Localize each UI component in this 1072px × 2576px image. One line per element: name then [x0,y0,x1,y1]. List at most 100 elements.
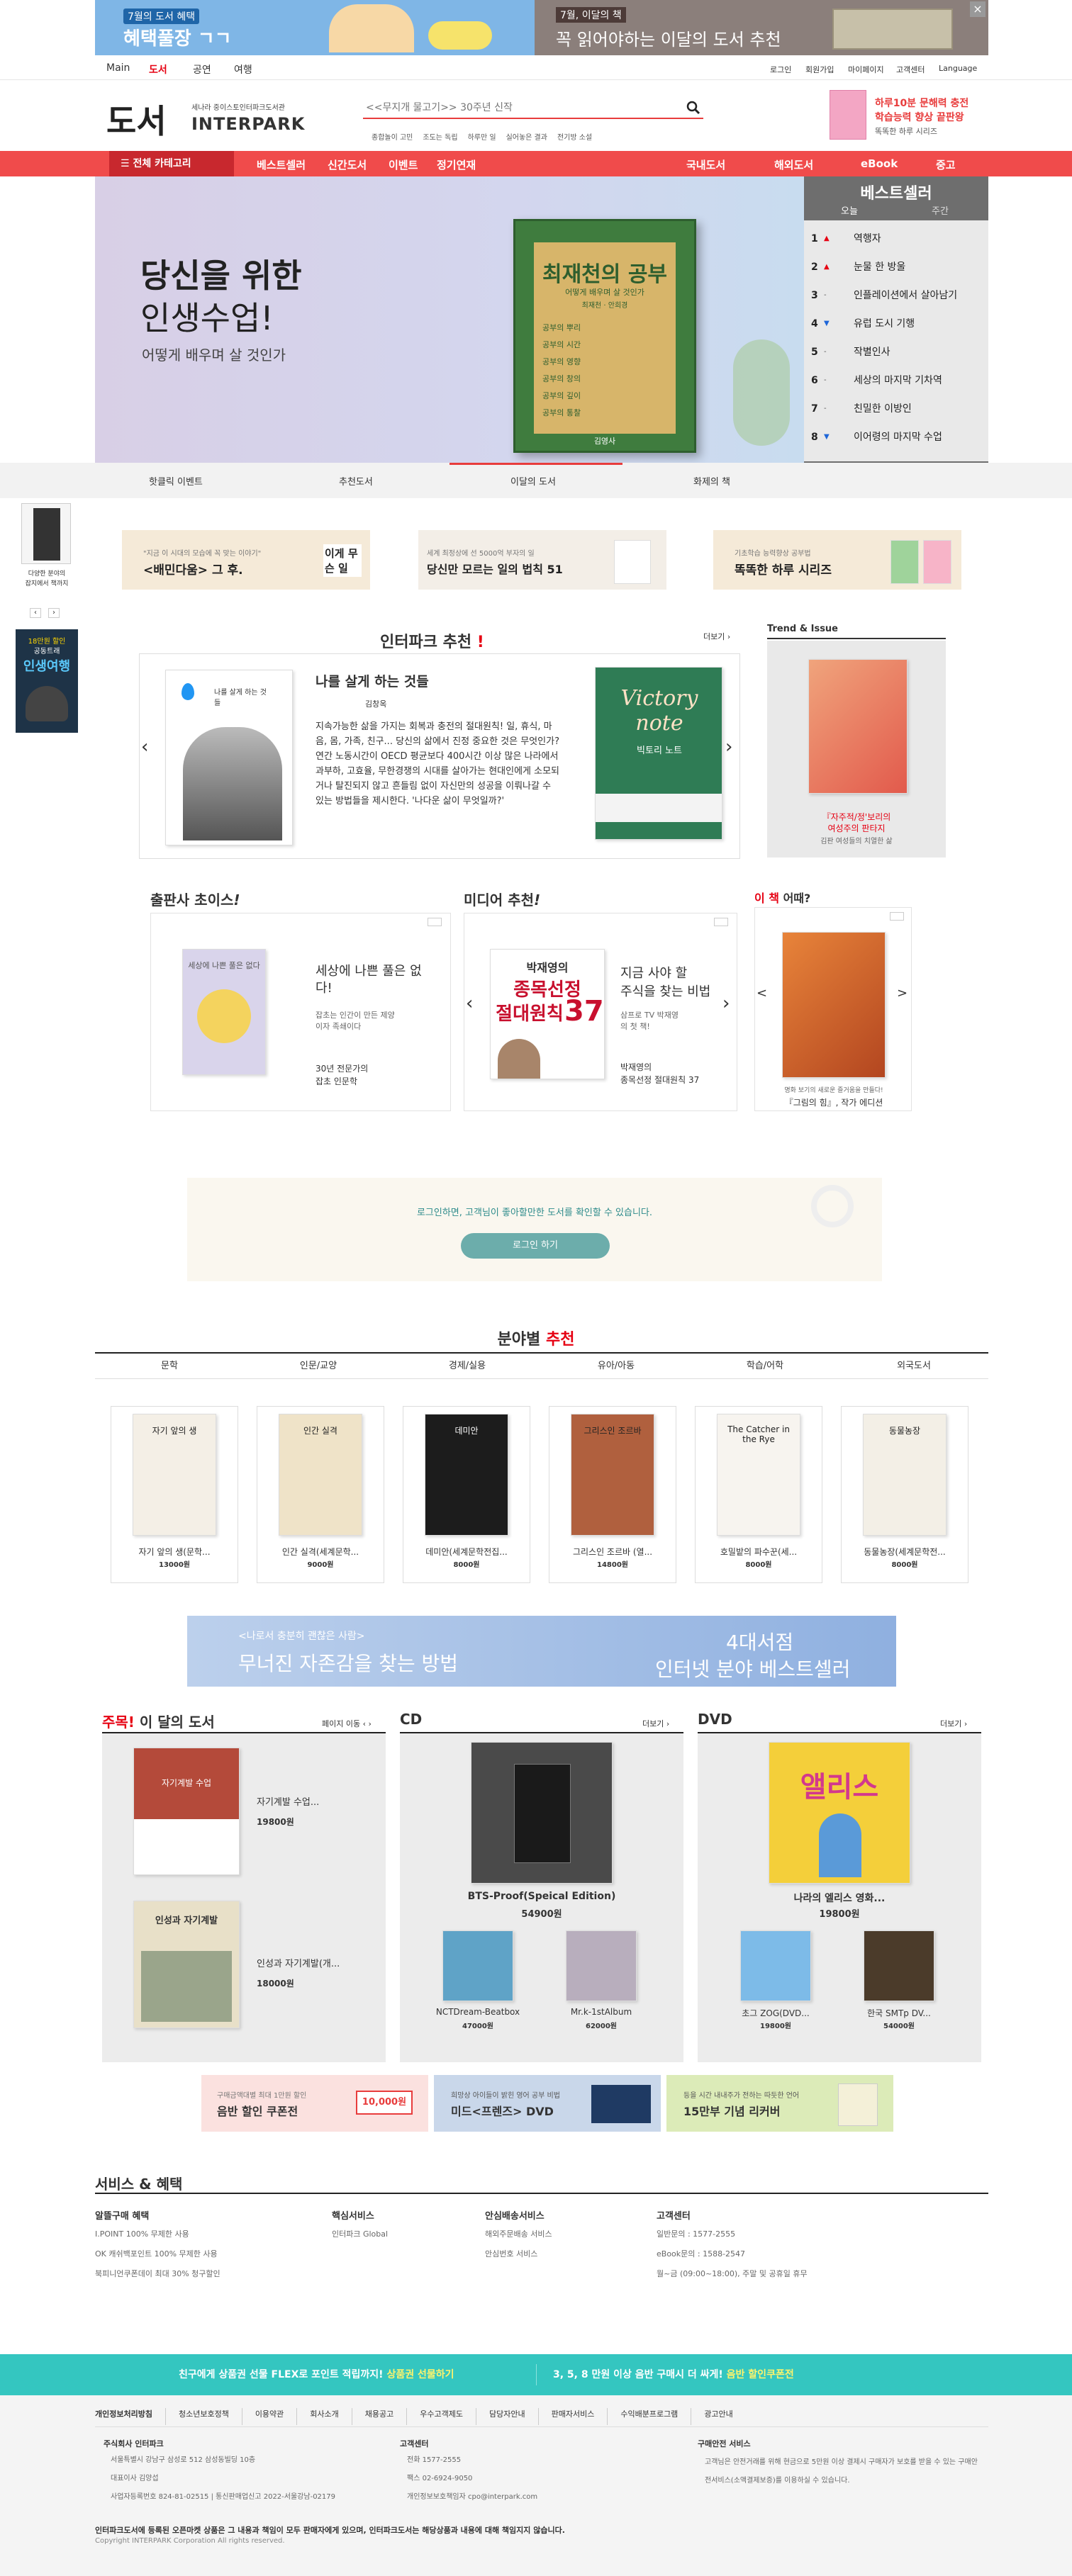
service-item[interactable]: 북피니언쿠폰데이 최대 30% 청구할인 [95,2268,220,2279]
footer-link[interactable]: 회사소개 [296,2408,351,2425]
field-book-title[interactable]: 데미안(세계문학전집... [403,1546,530,1558]
gnb-tab-travel[interactable]: 여행 [234,62,252,77]
wing-prev-button[interactable]: ‹ [30,608,41,618]
cd-main-cover[interactable] [471,1742,613,1884]
util-mypage[interactable]: 마이페이지 [848,64,884,75]
teal-promo-a[interactable]: 친구에게 상품권 선물 FLEX로 포인트 적립까지! 상품권 선물하기 [179,2367,454,2381]
bestseller-item[interactable]: 7- 친밀한 이방인 [804,396,988,422]
recommend-next-button[interactable]: › [725,736,732,758]
wing-book-image[interactable] [21,503,71,564]
util-cs[interactable]: 고객센터 [896,64,925,75]
footer-link[interactable]: 청소년보호정책 [164,2408,242,2425]
field-book-title[interactable]: 호밀밭의 파수꾼(세... [696,1546,822,1558]
cd-item-title[interactable]: Mr.k-1stAlbum [545,2007,658,2017]
field-tab[interactable]: 인문/교양 [244,1358,393,1378]
dvd-cover[interactable] [864,1930,934,2001]
recommend-prev-button[interactable]: ‹ [141,736,148,758]
cd-item-title[interactable]: NCTDream-Beatbox [421,2007,535,2017]
tab-today[interactable]: 오늘 [841,203,858,217]
publisher-cover[interactable]: 세상에 나쁜 풀은 없다 [182,949,266,1075]
ad-banner[interactable]: 기초학습 능력향상 공부법 똑똑한 하루 시리즈 [713,530,961,590]
util-login[interactable]: 로그인 [770,64,791,75]
thisbook-next-button[interactable]: > [897,986,908,1001]
search-tag[interactable]: 전기방 소설 [557,131,592,142]
monthly-cover[interactable]: 인성과 자기계발 [133,1901,240,2028]
search-tag[interactable]: 조도는 독립 [423,131,457,142]
search-tag[interactable]: 하루만 일 [468,131,496,142]
logo[interactable]: 도서 세나라 중이스토인터파크도서관 INTERPARK [106,96,305,140]
recommend-right-cover[interactable]: Victory note 빅토리 노트 [595,667,722,840]
hero-tab[interactable]: 화제의 책 [693,474,730,488]
bestseller-item[interactable]: 5- 작별인사 [804,339,988,365]
login-button[interactable]: 로그인 하기 [461,1233,610,1259]
wing-next-button[interactable]: › [48,608,60,618]
nav-used[interactable]: 중고 [936,157,956,172]
monthly-cover[interactable]: 자기계발 수업 [133,1748,240,1875]
footer-link[interactable]: 담당자안내 [476,2408,538,2425]
dvd-cover[interactable] [740,1930,811,2001]
field-book-card[interactable]: 동물농장 동물농장(세계문학전... 8000원 [841,1406,968,1583]
media-prev-button[interactable]: ‹ [466,993,473,1014]
cd-cover[interactable] [566,1930,637,2001]
field-book-card[interactable]: 데미안 데미안(세계문학전집... 8000원 [403,1406,530,1583]
category-button[interactable]: ☰ 전체 카테고리 [109,151,234,176]
field-book-card[interactable]: 그리스인 조르바 그리스인 조르바 (열... 14800원 [549,1406,676,1583]
recommend-cover[interactable]: 나를 살게 하는 것들 [165,670,293,845]
recommend-more[interactable]: 더보기 › [703,631,730,642]
field-book-title[interactable]: 자기 앞의 생(문학... [111,1546,238,1558]
gnb-tab-show[interactable]: 공연 [193,62,211,77]
service-item[interactable]: eBook문의 : 1588-2547 [657,2248,745,2259]
search-tag[interactable]: 종합놀이 고민 [372,131,413,142]
monthly-pager[interactable]: 페이지 이동 ‹ › [322,1718,372,1729]
wing-travel-ad[interactable]: 18만원 할인 공동트래 인생여행 [16,629,78,733]
nav-ebook[interactable]: eBook [861,157,898,170]
teal-promo-b[interactable]: 3, 5, 8 만원 이상 음반 구매시 더 싸게! 음반 할인쿠폰전 [553,2367,794,2381]
dvd-item-title[interactable]: 초그 ZOG(DVD... [719,2007,832,2019]
cd-more[interactable]: 더보기 › [642,1718,669,1729]
field-tab[interactable]: 학습/어학 [691,1358,839,1378]
dvd-more[interactable]: 더보기 › [940,1718,967,1729]
field-tab[interactable]: 외국도서 [839,1358,988,1378]
bestseller-item[interactable]: 4 ▼ 유럽 도시 기행 [804,311,988,337]
footer-link[interactable]: 판매자서비스 [537,2408,608,2425]
nav-domestic[interactable]: 국내도서 [686,157,725,172]
field-book-title[interactable]: 동물농장(세계문학전... [842,1546,968,1558]
publisher-book-title[interactable]: 세상에 나쁜 풀은 없다! [316,963,437,997]
field-book-card[interactable]: 인간 실격 인간 실격(세계문학... 9000원 [257,1406,384,1583]
util-language[interactable]: Language [939,64,977,73]
top-banner-left[interactable]: 7월의 도서 혜택 혜택풀장 ㄱㄱ [95,0,535,55]
dvd-main-cover[interactable]: 앨리스 [769,1742,910,1884]
service-item[interactable]: 일반문의 : 1577-2555 [657,2228,735,2239]
top-banner-right[interactable]: 7월, 이달의 책 꼭 읽어야하는 이달의 도서 추천 [535,0,988,55]
top-banner[interactable]: 7월의 도서 혜택 혜택풀장 ㄱㄱ 7월, 이달의 책 꼭 읽어야하는 이달의 … [0,0,1072,55]
cd-main-title[interactable]: BTS-Proof(Speical Edition) [400,1891,683,1902]
service-item[interactable]: 안심번호 서비스 [485,2248,537,2259]
service-item[interactable]: 월~금 (09:00~18:00), 주말 및 공휴일 휴무 [657,2268,808,2279]
trend-box[interactable]: 『자주적/정'보리의 여성주의 판타지 김판 여성들의 치열한 삶 [767,641,946,857]
bestseller-item[interactable]: 1 ▲ 역행자 [804,226,988,252]
wide-banner[interactable]: <나로서 충분히 괜찮은 사람> 무너진 자존감을 찾는 방법 4대서점 인터넷… [187,1616,896,1687]
monthly-item-title[interactable]: 자기계발 수업... [257,1794,319,1808]
cd-cover[interactable] [442,1930,513,2001]
util-join[interactable]: 회원가입 [805,64,834,75]
hero-tab[interactable]: 추천도서 [339,474,373,488]
bestseller-item[interactable]: 8 ▼ 이어령의 마지막 수업 [804,424,988,450]
field-book-title[interactable]: 인간 실격(세계문학... [257,1546,384,1558]
service-item[interactable]: OK 캐쉬백포인트 100% 무제한 사용 [95,2248,218,2259]
field-book-title[interactable]: 그리스인 조르바 (열... [549,1546,676,1558]
media-book-title1[interactable]: 지금 사야 할 [620,963,687,982]
hero-tab[interactable]: 핫클릭 이벤트 [149,474,203,488]
field-tab[interactable]: 유아/아동 [542,1358,691,1378]
nav-event[interactable]: 이벤트 [389,157,418,172]
footer-link[interactable]: 우수고객제도 [406,2408,476,2425]
ad-banner[interactable]: "지금 이 시대의 모습에 꼭 맞는 이야기" <배민다움> 그 후. 이게 무… [122,530,370,590]
coupon-banner[interactable]: 등을 시간 내내주가 전하는 따듯한 언어 15만부 기념 리커버 [666,2075,893,2132]
bestseller-item[interactable]: 3- 인플레이션에서 살아남기 [804,283,988,308]
media-cover[interactable]: 박재영의 종목선정 절대원칙 37 [490,949,605,1079]
gnb-tab-main[interactable]: Main [106,62,130,74]
footer-link[interactable]: 개인정보처리방침 [95,2408,165,2425]
search-box[interactable] [363,99,703,119]
service-item[interactable]: 해외주문배송 서비스 [485,2228,552,2239]
dvd-main-title[interactable]: 나라의 엘리스 영화... [698,1891,981,1905]
field-tab[interactable]: 문학 [95,1358,244,1378]
